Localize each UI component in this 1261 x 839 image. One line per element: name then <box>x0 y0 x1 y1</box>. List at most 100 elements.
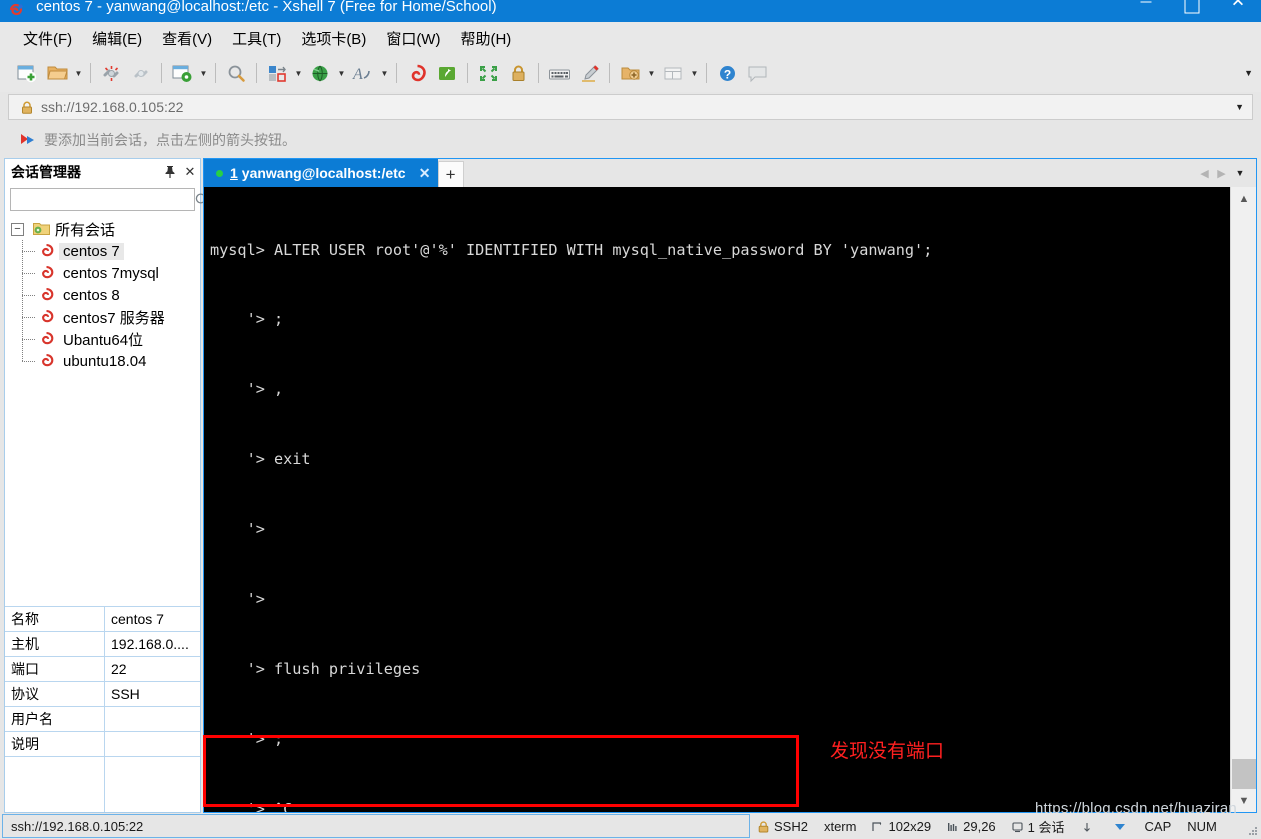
tab-next-icon[interactable]: ▶ <box>1213 162 1230 184</box>
xftp-icon[interactable] <box>432 59 462 87</box>
resize-grip-icon[interactable] <box>1247 825 1259 837</box>
scroll-down-icon[interactable]: ▼ <box>1231 789 1257 812</box>
scrollbar-thumb[interactable] <box>1232 759 1256 789</box>
property-key: 说明 <box>5 731 105 756</box>
session-item-centos-8[interactable]: centos 8 <box>22 284 200 306</box>
chevron-down-icon[interactable]: ▼ <box>1235 102 1244 112</box>
add-session-arrow-icon <box>20 133 36 147</box>
help-icon[interactable]: ? <box>712 59 742 87</box>
status-terminal-type: xterm <box>816 814 865 838</box>
toolbar-separator <box>90 63 91 83</box>
close-icon[interactable]: ✕ <box>180 162 200 182</box>
status-num-lock: NUM <box>1179 814 1225 838</box>
address-bar[interactable]: ssh://192.168.0.105:22 ▼ <box>8 94 1253 120</box>
new-folder-caret-icon[interactable]: ▼ <box>645 59 658 87</box>
table-row-empty <box>5 756 200 812</box>
minimize-button[interactable] <box>1123 0 1169 22</box>
new-tab-button[interactable]: + <box>437 161 464 187</box>
tab-close-icon[interactable]: ✕ <box>418 165 432 182</box>
annotation-label: 发现没有端口 <box>830 740 945 762</box>
terminal-scrollbar[interactable]: ▲ ▼ <box>1230 187 1256 812</box>
session-item-centos-7mysql[interactable]: centos 7mysql <box>22 262 200 284</box>
menu-help[interactable]: 帮助(H) <box>451 25 520 52</box>
session-label: centos 7 <box>59 242 124 260</box>
menu-tools[interactable]: 工具(T) <box>223 25 290 52</box>
tab-yanwang-localhost-etc[interactable]: 1 yanwang@localhost:/etc ✕ <box>204 159 438 187</box>
tab-list-dropdown-icon[interactable]: ▼ <box>1230 162 1250 184</box>
toolbar-overflow-icon[interactable]: ▼ <box>1244 68 1253 78</box>
layout-icon[interactable] <box>658 59 688 87</box>
session-properties-icon[interactable] <box>167 59 197 87</box>
menu-file[interactable]: 文件(F) <box>14 25 81 52</box>
toolbar-separator <box>215 63 216 83</box>
comment-icon[interactable] <box>742 59 772 87</box>
terminal-line: '> <box>210 520 265 539</box>
hint-text: 要添加当前会话，点击左侧的箭头按钮。 <box>44 132 296 148</box>
sftp-icon[interactable] <box>402 59 432 87</box>
session-label: centos7 服务器 <box>63 309 165 327</box>
close-button[interactable]: ✕ <box>1215 0 1261 22</box>
session-item-centos-7[interactable]: centos 7 <box>22 240 200 262</box>
session-icon <box>38 265 55 281</box>
session-item-ubuntu1804[interactable]: ubuntu18.04 <box>22 350 200 372</box>
pin-icon[interactable] <box>160 162 180 182</box>
font-icon[interactable]: A <box>348 59 378 87</box>
session-icon <box>38 243 55 259</box>
status-size: 102x29 <box>864 814 939 838</box>
terminal-line: '> , <box>210 380 284 399</box>
toolbar-separator <box>706 63 707 83</box>
session-icon <box>38 331 55 347</box>
menu-edit[interactable]: 编辑(E) <box>83 25 151 52</box>
connect-icon[interactable] <box>126 59 156 87</box>
fullscreen-icon[interactable] <box>473 59 503 87</box>
svg-text:?: ? <box>723 67 730 81</box>
status-sort <box>1073 814 1105 838</box>
browser-caret-icon[interactable]: ▼ <box>335 59 348 87</box>
xshell-icon <box>8 1 26 19</box>
session-tree: − 所有会话 centos 7 centos 7mysql centos 8 c… <box>5 218 200 372</box>
toolbar-separator <box>161 63 162 83</box>
tree-root-all-sessions[interactable]: − 所有会话 <box>11 218 200 240</box>
close-icon: ✕ <box>1230 0 1246 11</box>
session-item-centos7-server[interactable]: centos7 服务器 <box>22 306 200 328</box>
terminal-output[interactable]: mysql> ALTER USER root'@'%' IDENTIFIED W… <box>204 187 1231 812</box>
property-key: 端口 <box>5 656 105 681</box>
download-icon <box>1113 821 1125 832</box>
browser-icon[interactable] <box>305 59 335 87</box>
table-row: 主机 192.168.0.... <box>5 631 200 656</box>
table-row: 端口 22 <box>5 656 200 681</box>
keyboard-icon[interactable] <box>544 59 574 87</box>
terminal-panel: 1 yanwang@localhost:/etc ✕ + ◀ ▶ ▼ mysql… <box>203 158 1257 813</box>
menu-view[interactable]: 查看(V) <box>153 25 221 52</box>
tab-number: 1 <box>230 165 238 181</box>
table-row: 用户名 <box>5 706 200 731</box>
layout-caret-icon[interactable]: ▼ <box>688 59 701 87</box>
scroll-up-icon[interactable]: ▲ <box>1231 187 1257 210</box>
new-session-icon[interactable] <box>12 59 42 87</box>
lock-icon[interactable] <box>503 59 533 87</box>
font-caret-icon[interactable]: ▼ <box>378 59 391 87</box>
menu-tabs[interactable]: 选项卡(B) <box>292 25 375 52</box>
disconnect-icon[interactable] <box>96 59 126 87</box>
tree-root-label: 所有会话 <box>55 221 116 239</box>
session-properties-caret-icon[interactable]: ▼ <box>197 59 210 87</box>
search-input[interactable] <box>11 191 194 208</box>
transfer-file-caret-icon[interactable]: ▼ <box>292 59 305 87</box>
tab-prev-icon[interactable]: ◀ <box>1196 162 1213 184</box>
new-folder-icon[interactable] <box>615 59 645 87</box>
maximize-button[interactable] <box>1169 0 1215 22</box>
open-folder-caret-icon[interactable]: ▼ <box>72 59 85 87</box>
open-folder-icon[interactable] <box>42 59 72 87</box>
address-input[interactable]: ssh://192.168.0.105:22 <box>41 99 183 115</box>
find-icon[interactable] <box>221 59 251 87</box>
terminal-line: '> ^C <box>210 799 293 812</box>
session-search-box[interactable] <box>10 188 210 211</box>
session-item-ubantu64[interactable]: Ubantu64位 <box>22 328 200 350</box>
transfer-file-icon[interactable] <box>262 59 292 87</box>
session-icon <box>38 309 55 325</box>
tree-expander-icon[interactable]: − <box>11 222 24 236</box>
menu-window[interactable]: 窗口(W) <box>377 25 449 52</box>
status-cursor-text: 29,26 <box>963 818 996 834</box>
highlight-icon[interactable] <box>574 59 604 87</box>
folder-icon <box>33 222 50 236</box>
